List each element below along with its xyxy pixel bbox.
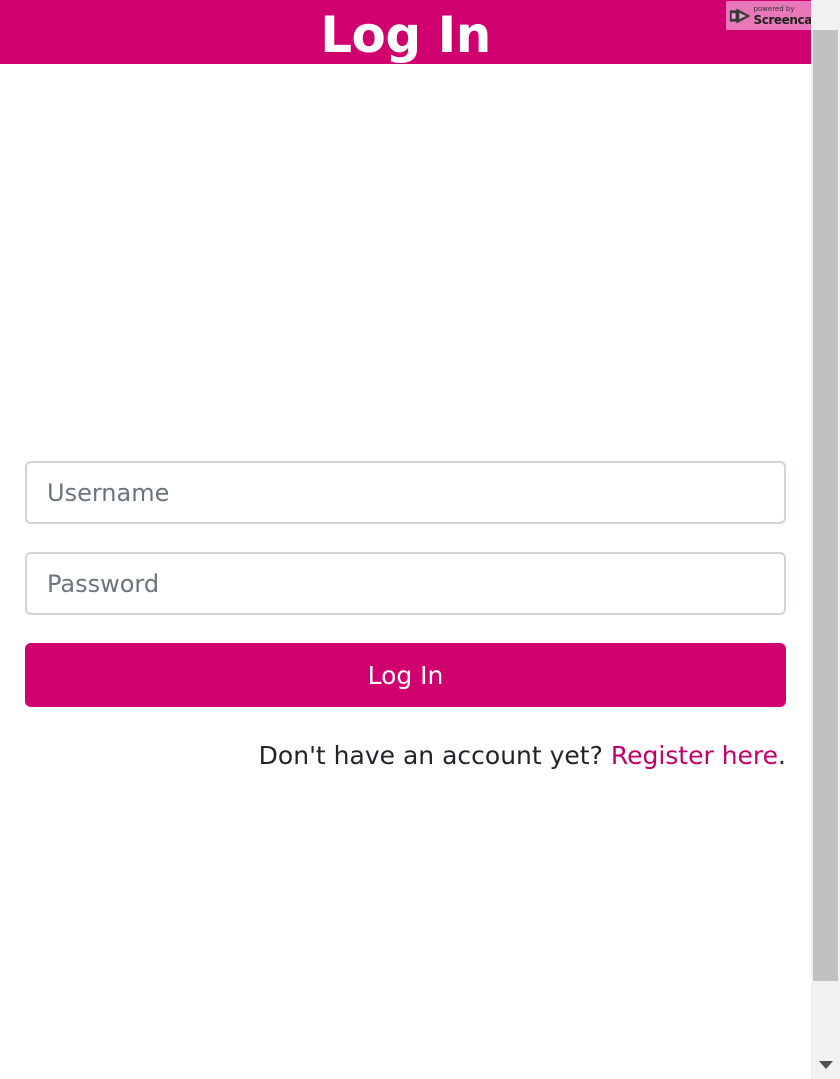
- vertical-scrollbar[interactable]: [811, 0, 840, 1079]
- register-prompt-line: Don't have an account yet? Register here…: [25, 741, 786, 771]
- register-suffix: .: [778, 741, 786, 770]
- page-title: Log In: [320, 6, 491, 64]
- scroll-down-arrow-icon[interactable]: [819, 1061, 833, 1069]
- login-form: Log In Don't have an account yet? Regist…: [25, 461, 786, 771]
- username-input[interactable]: [25, 461, 786, 524]
- password-input[interactable]: [25, 552, 786, 615]
- login-button[interactable]: Log In: [25, 643, 786, 707]
- page: Log In powered by Screencastify Log In D…: [0, 0, 840, 1079]
- screencastify-logo-icon: [729, 7, 751, 24]
- scrollbar-thumb[interactable]: [813, 30, 838, 981]
- header-bar: Log In: [0, 0, 811, 64]
- register-prompt-text: Don't have an account yet?: [258, 741, 603, 770]
- register-link[interactable]: Register here: [611, 741, 778, 770]
